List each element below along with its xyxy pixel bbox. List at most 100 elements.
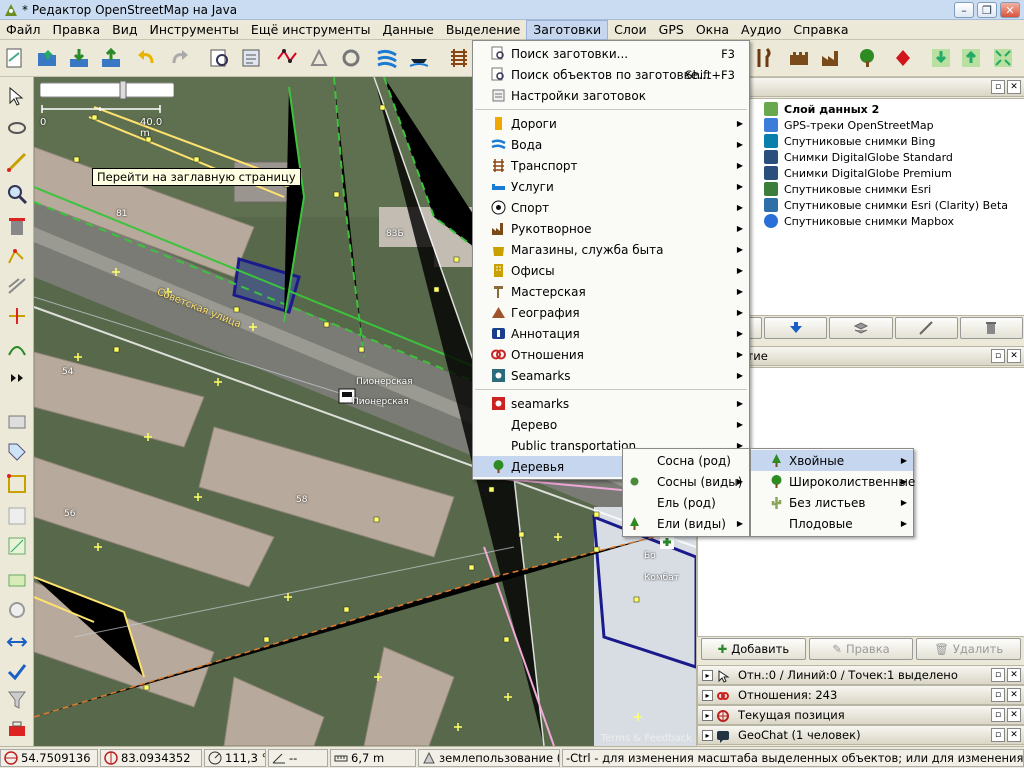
ship-icon[interactable] bbox=[406, 45, 432, 71]
select-tool-icon[interactable] bbox=[4, 83, 30, 109]
menu-item-shops[interactable]: Магазины, служба быта ▶ bbox=[473, 239, 749, 260]
download-area-icon[interactable] bbox=[928, 45, 954, 71]
building-tool-icon[interactable] bbox=[4, 565, 30, 591]
poi-diamond-icon[interactable] bbox=[890, 45, 916, 71]
delete-layer-button[interactable] bbox=[959, 317, 1024, 339]
menu-item-geography[interactable]: География ▶ bbox=[473, 302, 749, 323]
add-tag-button[interactable]: ✚ Добавить bbox=[701, 638, 806, 660]
wireframe-icon[interactable] bbox=[274, 45, 300, 71]
close-button[interactable]: ✕ bbox=[1000, 2, 1020, 18]
minimize-button[interactable]: – bbox=[954, 2, 974, 18]
expand-icon[interactable]: ▸ bbox=[702, 710, 713, 721]
merge-tool-icon[interactable] bbox=[4, 629, 30, 655]
zoom-extent-icon[interactable] bbox=[990, 45, 1016, 71]
panel-detach-button[interactable]: ▫ bbox=[991, 80, 1005, 94]
menu-gps[interactable]: GPS bbox=[653, 20, 690, 40]
layer-tool-icon[interactable] bbox=[4, 409, 30, 435]
nodes-tool-icon[interactable] bbox=[4, 471, 30, 497]
panel-close-button[interactable]: ✕ bbox=[1007, 80, 1021, 94]
split-area-icon[interactable] bbox=[4, 503, 30, 529]
menu-item-workshop[interactable]: Мастерская ▶ bbox=[473, 281, 749, 302]
toolbox-icon[interactable] bbox=[4, 715, 30, 741]
expand-icon[interactable]: ▸ bbox=[702, 670, 713, 681]
railway-icon[interactable] bbox=[446, 45, 472, 71]
filter-icon[interactable] bbox=[4, 687, 30, 713]
split-tool-icon[interactable] bbox=[4, 303, 30, 329]
menu-item-pine-genus[interactable]: Сосна (род) bbox=[623, 450, 749, 471]
menu-item-transport[interactable]: Транспорт ▶ bbox=[473, 155, 749, 176]
panel-close-button[interactable]: ✕ bbox=[1007, 349, 1021, 363]
menu-item-relations[interactable]: Отношения ▶ bbox=[473, 344, 749, 365]
menu-data[interactable]: Данные bbox=[376, 20, 439, 40]
position-panel[interactable]: ▸ Текущая позиция ▫ ✕ bbox=[697, 705, 1024, 725]
factory-icon[interactable] bbox=[818, 45, 844, 71]
upload-area-icon[interactable] bbox=[958, 45, 984, 71]
upload-icon[interactable] bbox=[98, 45, 124, 71]
draw-tool-icon[interactable] bbox=[4, 149, 30, 175]
open-icon[interactable] bbox=[34, 45, 60, 71]
improve-way-icon[interactable] bbox=[4, 335, 30, 361]
save-icon[interactable] bbox=[66, 45, 92, 71]
undo-icon[interactable] bbox=[134, 45, 160, 71]
menu-item-sport[interactable]: Спорт ▶ bbox=[473, 197, 749, 218]
menu-item-man-made[interactable]: Рукотворное ▶ bbox=[473, 218, 749, 239]
edit-tag-button[interactable]: ✎ Правка bbox=[808, 638, 914, 660]
menu-item-seamarks[interactable]: Seamarks ▶ bbox=[473, 365, 749, 386]
panel-detach-button[interactable]: ▫ bbox=[991, 349, 1005, 363]
menu-item-leafless[interactable]: Без листьев ▶ bbox=[751, 492, 913, 513]
menu-item-spruce-genus[interactable]: Ель (род) bbox=[623, 492, 749, 513]
parallel-tool-icon[interactable] bbox=[4, 273, 30, 299]
refresh-icon[interactable] bbox=[338, 45, 364, 71]
menu-tools[interactable]: Инструменты bbox=[143, 20, 244, 40]
move-down-button[interactable] bbox=[764, 317, 828, 339]
geochat-panel[interactable]: ▸ GeoChat (1 человек) ▫ ✕ bbox=[697, 725, 1024, 745]
visibility-button[interactable] bbox=[894, 317, 958, 339]
menu-item-fruit[interactable]: Плодовые ▶ bbox=[751, 513, 913, 534]
menu-windows[interactable]: Окна bbox=[690, 20, 735, 40]
maximize-button[interactable]: ❐ bbox=[977, 2, 997, 18]
merge-layer-button[interactable] bbox=[829, 317, 893, 339]
menu-item-pine-species[interactable]: Сосны (виды) ▶ bbox=[623, 471, 749, 492]
menu-item-tree[interactable]: Дерево ▶ bbox=[473, 414, 749, 435]
menu-audio[interactable]: Аудио bbox=[735, 20, 787, 40]
delete-tag-button[interactable]: 🗑 Удалить bbox=[916, 638, 1022, 660]
menu-item-offices[interactable]: Офисы ▶ bbox=[473, 260, 749, 281]
menu-item-annotation[interactable]: Аннотация ▶ bbox=[473, 323, 749, 344]
menu-item-search-preset[interactable]: Поиск заготовки... F3 bbox=[473, 43, 749, 64]
way-tool-icon[interactable] bbox=[4, 243, 30, 269]
menu-help[interactable]: Справка bbox=[787, 20, 854, 40]
menu-item-spruce-species[interactable]: Ели (виды) ▶ bbox=[623, 513, 749, 534]
terms-link[interactable]: Terms & Feedback bbox=[601, 733, 692, 744]
checkmark-icon[interactable] bbox=[4, 659, 30, 685]
expand-icon[interactable]: ▸ bbox=[702, 690, 713, 701]
more-tools-icon[interactable] bbox=[4, 365, 30, 391]
relations-panel[interactable]: ▸ Отношения: 243 ▫ ✕ bbox=[697, 685, 1024, 705]
circle-tool-icon[interactable] bbox=[4, 597, 30, 623]
menu-item-preset-settings[interactable]: Настройки заготовок bbox=[473, 85, 749, 106]
redo-icon[interactable] bbox=[166, 45, 192, 71]
validation-icon[interactable] bbox=[306, 45, 332, 71]
selection-panel[interactable]: ▸ Отн.:0 / Линий:0 / Точек:1 выделено ▫ ✕ bbox=[697, 665, 1024, 685]
menu-file[interactable]: Файл bbox=[0, 20, 47, 40]
menu-item-search-objects[interactable]: Поиск объектов по заготовке... Shift+F3 bbox=[473, 64, 749, 85]
layer-props-icon[interactable] bbox=[238, 45, 264, 71]
tag-tool-icon[interactable] bbox=[4, 439, 30, 465]
menu-layers[interactable]: Слои bbox=[608, 20, 653, 40]
align-tool-icon[interactable] bbox=[4, 533, 30, 559]
zoom-tool-icon[interactable] bbox=[4, 181, 30, 207]
menu-item-water[interactable]: Вода ▶ bbox=[473, 134, 749, 155]
restaurant-icon[interactable] bbox=[750, 45, 776, 71]
expand-icon[interactable]: ▸ bbox=[702, 730, 713, 741]
new-layer-icon[interactable] bbox=[2, 45, 28, 71]
menu-selection[interactable]: Выделение bbox=[440, 20, 526, 40]
menu-edit[interactable]: Правка bbox=[47, 20, 107, 40]
menu-item-seamarks-custom[interactable]: seamarks ▶ bbox=[473, 393, 749, 414]
delete-tool-icon[interactable] bbox=[4, 213, 30, 239]
lasso-tool-icon[interactable] bbox=[4, 117, 30, 143]
preferences-icon[interactable] bbox=[206, 45, 232, 71]
waterway-icon[interactable] bbox=[374, 45, 400, 71]
menu-presets[interactable]: Заготовки bbox=[526, 19, 609, 40]
menu-item-roads[interactable]: Дороги ▶ bbox=[473, 113, 749, 134]
castle-icon[interactable] bbox=[786, 45, 812, 71]
menu-more-tools[interactable]: Ещё инструменты bbox=[245, 20, 377, 40]
